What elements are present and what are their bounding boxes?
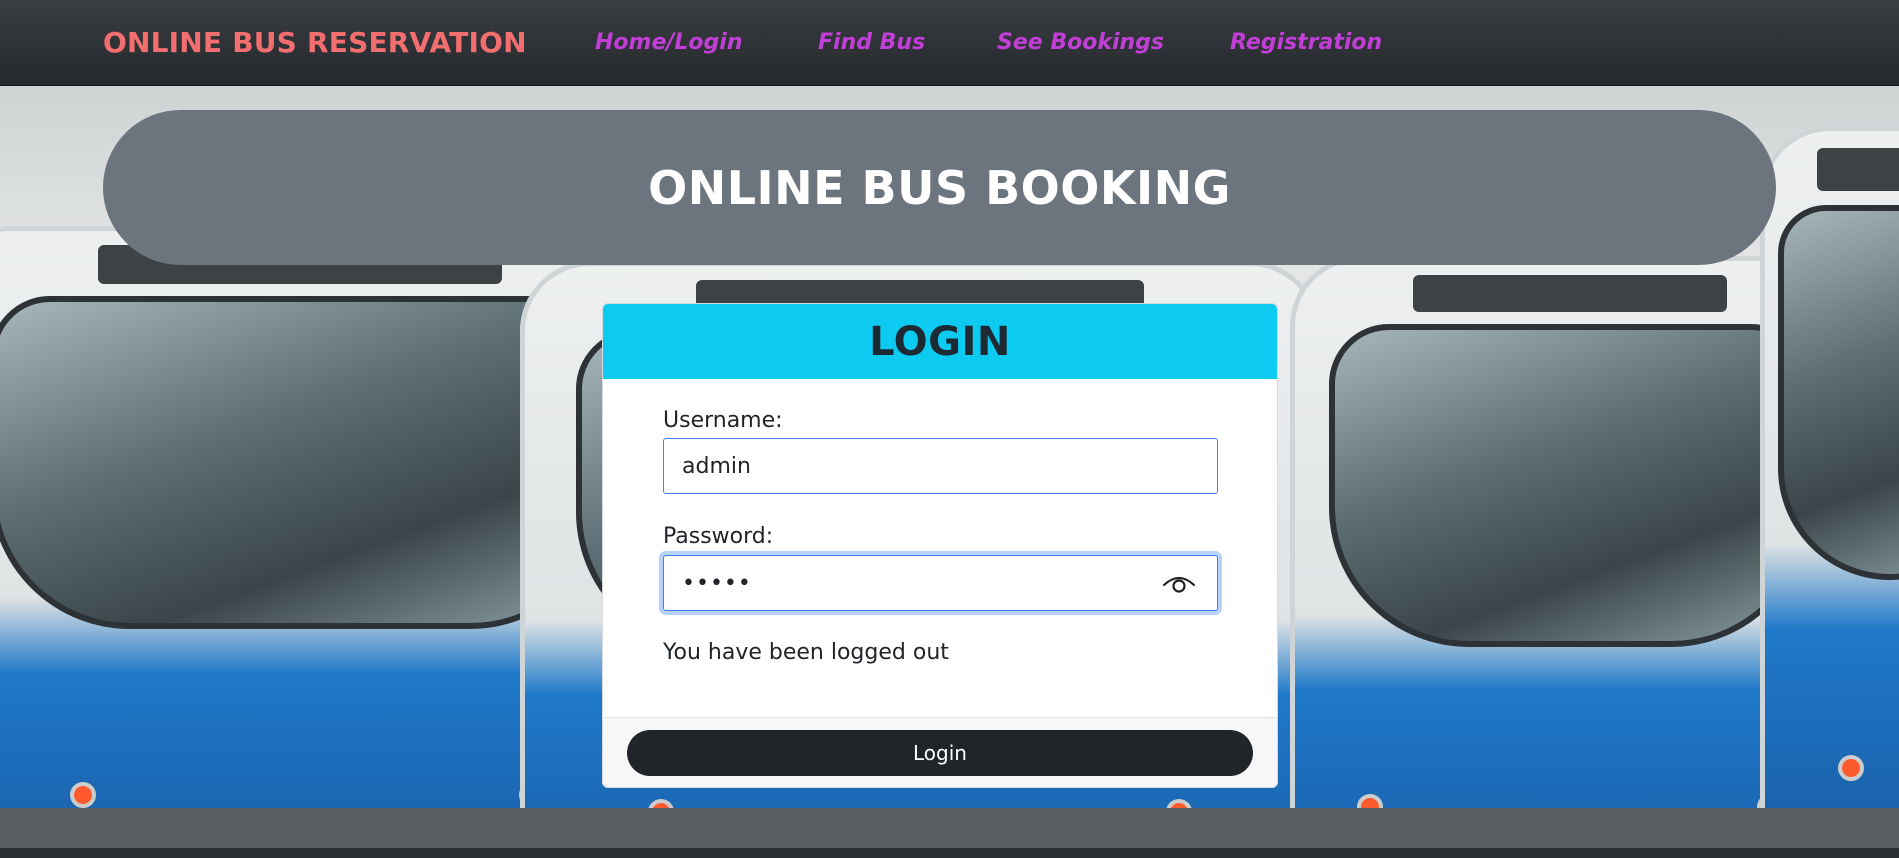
nav-link-home-login[interactable]: Home/Login: [595, 30, 743, 55]
username-label: Username:: [663, 408, 783, 433]
nav-link-find-bus[interactable]: Find Bus: [818, 30, 925, 55]
logout-status-message: You have been logged out: [663, 640, 949, 665]
nav-link-see-bookings[interactable]: See Bookings: [997, 30, 1164, 55]
login-card-footer: Login: [603, 717, 1277, 787]
login-card-header: LOGIN: [603, 304, 1277, 379]
bus-illustration: [1760, 126, 1899, 846]
username-input[interactable]: [663, 438, 1218, 494]
page-title: ONLINE BUS BOOKING: [648, 160, 1231, 215]
brand-link[interactable]: ONLINE BUS RESERVATION: [103, 26, 527, 59]
password-input[interactable]: [663, 555, 1218, 611]
password-label: Password:: [663, 524, 774, 549]
navbar: ONLINE BUS RESERVATION Home/Login Find B…: [0, 0, 1899, 86]
login-card: LOGIN Username: Password: You have been …: [602, 303, 1278, 788]
nav-link-registration[interactable]: Registration: [1230, 30, 1382, 55]
ground: [0, 808, 1899, 848]
eye-icon[interactable]: [1161, 569, 1197, 597]
login-title: LOGIN: [869, 318, 1011, 365]
login-button[interactable]: Login: [627, 730, 1253, 776]
bottom-border: [0, 848, 1899, 858]
banner: ONLINE BUS BOOKING: [103, 110, 1776, 265]
